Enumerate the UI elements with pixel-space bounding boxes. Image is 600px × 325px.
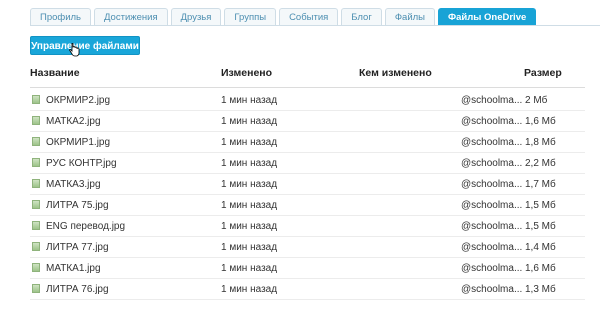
file-name[interactable]: ENG перевод.jpg [46,221,125,232]
profile-tabs: Профиль Достижения Друзья Группы События… [30,8,537,26]
modified-time: 1 мин назад [221,95,278,106]
file-name[interactable]: ЛИТРА 75.jpg [46,200,109,211]
hand-cursor-icon [69,43,80,57]
table-row[interactable]: ЛИТРА 77.jpg 1 мин назад @schoolma... 1,… [0,237,600,258]
table-row[interactable]: МАТКА2.jpg 1 мин назад @schoolma... 1,6 … [0,111,600,132]
file-name[interactable]: ОКРМИР2.jpg [46,95,110,106]
tab-friends[interactable]: Друзья [170,8,222,26]
modified-time: 1 мин назад [221,200,278,211]
table-row[interactable]: ЛИТРА 76.jpg 1 мин назад @schoolma... 1,… [0,279,600,300]
column-size[interactable]: Размер [524,67,562,79]
image-file-icon [32,179,40,188]
tabs-divider [30,25,600,26]
modified-by: @schoolma... [461,242,523,253]
file-name[interactable]: РУС КОНТР.jpg [46,158,117,169]
file-name[interactable]: МАТКА2.jpg [46,116,101,127]
modified-by: @schoolma... [461,221,523,232]
table-row[interactable]: РУС КОНТР.jpg 1 мин назад @schoolma... 2… [0,153,600,174]
table-row[interactable]: ОКРМИР1.jpg 1 мин назад @schoolma... 1,8… [0,132,600,153]
image-file-icon [32,95,40,104]
modified-by: @schoolma... [461,137,523,148]
tab-files[interactable]: Файлы [384,8,435,26]
manage-files-button[interactable]: Управление файлами [30,36,140,55]
table-header: Название Изменено Кем изменено Размер [0,67,600,81]
tab-groups[interactable]: Группы [224,8,277,26]
file-size: 2,2 Мб [525,158,556,169]
modified-time: 1 мин назад [221,137,278,148]
file-size: 2 Мб [525,95,548,106]
tab-onedrive-files[interactable]: Файлы OneDrive [438,8,537,26]
file-size: 1,4 Мб [525,242,556,253]
modified-time: 1 мин назад [221,221,278,232]
table-row[interactable]: ОКРМИР2.jpg 1 мин назад @schoolma... 2 М… [0,90,600,111]
tab-achievements[interactable]: Достижения [94,8,168,26]
image-file-icon [32,158,40,167]
tab-events[interactable]: События [279,8,339,26]
modified-time: 1 мин назад [221,242,278,253]
file-size: 1,5 Мб [525,200,556,211]
image-file-icon [32,242,40,251]
column-name[interactable]: Название [30,67,80,79]
file-size: 1,5 Мб [525,221,556,232]
modified-time: 1 мин назад [221,116,278,127]
table-row[interactable]: ЛИТРА 75.jpg 1 мин назад @schoolma... 1,… [0,195,600,216]
table-row[interactable]: ENG перевод.jpg 1 мин назад @schoolma...… [0,216,600,237]
image-file-icon [32,200,40,209]
file-name[interactable]: МАТКА3.jpg [46,179,101,190]
tab-profile[interactable]: Профиль [30,8,92,26]
table-row[interactable]: МАТКА3.jpg 1 мин назад @schoolma... 1,7 … [0,174,600,195]
modified-by: @schoolma... [461,284,523,295]
modified-time: 1 мин назад [221,263,278,274]
file-size: 1,7 Мб [525,179,556,190]
modified-time: 1 мин назад [221,158,278,169]
image-file-icon [32,116,40,125]
file-size: 1,6 Мб [525,263,556,274]
modified-time: 1 мин назад [221,284,278,295]
modified-by: @schoolma... [461,158,523,169]
file-size: 1,6 Мб [525,116,556,127]
file-name[interactable]: МАТКА1.jpg [46,263,101,274]
image-file-icon [32,221,40,230]
file-name[interactable]: ОКРМИР1.jpg [46,137,110,148]
image-file-icon [32,284,40,293]
modified-by: @schoolma... [461,263,523,274]
modified-by: @schoolma... [461,200,523,211]
file-size: 1,3 Мб [525,284,556,295]
modified-by: @schoolma... [461,179,523,190]
modified-by: @schoolma... [461,95,523,106]
modified-by: @schoolma... [461,116,523,127]
file-name[interactable]: ЛИТРА 77.jpg [46,242,109,253]
table-row[interactable]: МАТКА1.jpg 1 мин назад @schoolma... 1,6 … [0,258,600,279]
file-name[interactable]: ЛИТРА 76.jpg [46,284,109,295]
file-size: 1,8 Мб [525,137,556,148]
image-file-icon [32,137,40,146]
tab-blog[interactable]: Блог [341,8,382,26]
column-modified-by[interactable]: Кем изменено [359,67,432,79]
modified-time: 1 мин назад [221,179,278,190]
column-modified[interactable]: Изменено [221,67,272,79]
row-divider [30,299,585,300]
header-divider [30,87,585,88]
image-file-icon [32,263,40,272]
